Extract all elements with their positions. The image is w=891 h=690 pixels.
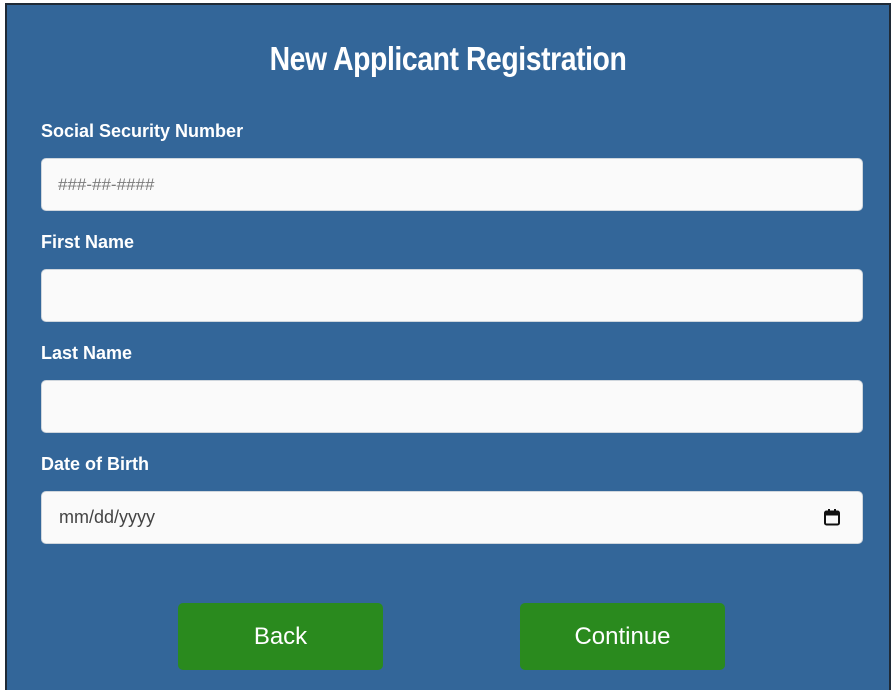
first-name-label: First Name <box>41 232 135 252</box>
dob-input[interactable]: mm/dd/yyyy <box>41 491 863 544</box>
calendar-icon[interactable] <box>824 509 840 526</box>
back-button[interactable]: Back <box>178 603 383 670</box>
registration-panel: New Applicant Registration Social Securi… <box>5 3 891 690</box>
last-name-label: Last Name <box>41 343 133 363</box>
dob-placeholder: mm/dd/yyyy <box>59 507 156 527</box>
ssn-label: Social Security Number <box>41 121 244 141</box>
page-title: New Applicant Registration <box>269 40 627 77</box>
ssn-input[interactable] <box>41 158 863 211</box>
first-name-input[interactable] <box>41 269 863 322</box>
dob-label: Date of Birth <box>41 454 149 474</box>
continue-button[interactable]: Continue <box>520 603 725 670</box>
last-name-input[interactable] <box>41 380 863 433</box>
